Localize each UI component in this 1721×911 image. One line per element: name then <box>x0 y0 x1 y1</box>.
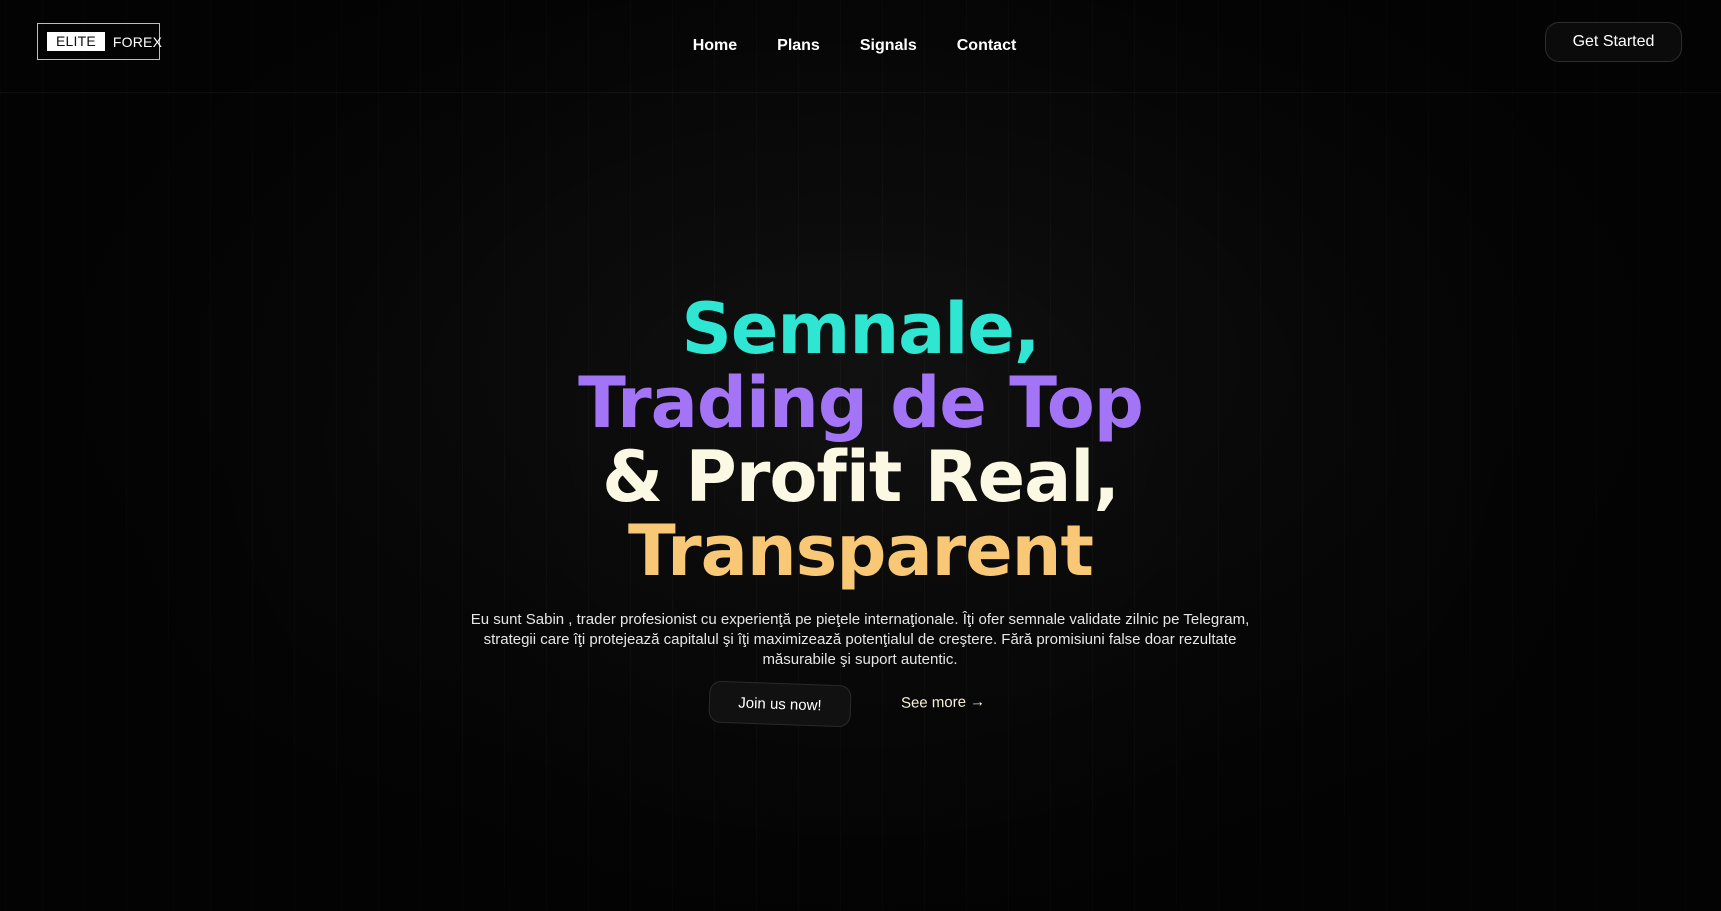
site-header: ELITE FOREX Home Plans Signals Contact G… <box>0 0 1721 93</box>
logo-elite-text: ELITE <box>47 32 105 51</box>
join-us-button[interactable]: Join us now! <box>708 680 852 728</box>
nav-link-contact[interactable]: Contact <box>957 37 1017 55</box>
logo[interactable]: ELITE FOREX <box>37 23 163 60</box>
landing-page: ELITE FOREX Home Plans Signals Contact G… <box>0 0 1721 911</box>
nav-link-plans[interactable]: Plans <box>777 37 820 55</box>
main-nav: Home Plans Signals Contact <box>0 0 1721 92</box>
nav-link-home[interactable]: Home <box>693 37 737 55</box>
nav-links: Home Plans Signals Contact <box>693 37 1017 55</box>
hero-title-line-2: Trading de Top <box>578 362 1144 444</box>
see-more-label: See more <box>900 693 967 712</box>
logo-forex-text: FOREX <box>112 33 163 50</box>
hero-title-line-4: Transparent <box>628 510 1094 592</box>
hero-description: Eu sunt Sabin , trader profesionist cu e… <box>470 611 1250 668</box>
get-started-button[interactable]: Get Started <box>1545 22 1682 62</box>
nav-link-signals[interactable]: Signals <box>860 37 917 55</box>
hero-title-line-3: & Profit Real, <box>602 436 1120 518</box>
see-more-link[interactable]: See more → <box>901 693 985 711</box>
hero-title: Semnale, Trading de Top & Profit Real, T… <box>0 292 1721 588</box>
hero-title-line-1: Semnale, <box>681 288 1041 370</box>
arrow-right-icon: → <box>969 693 986 711</box>
